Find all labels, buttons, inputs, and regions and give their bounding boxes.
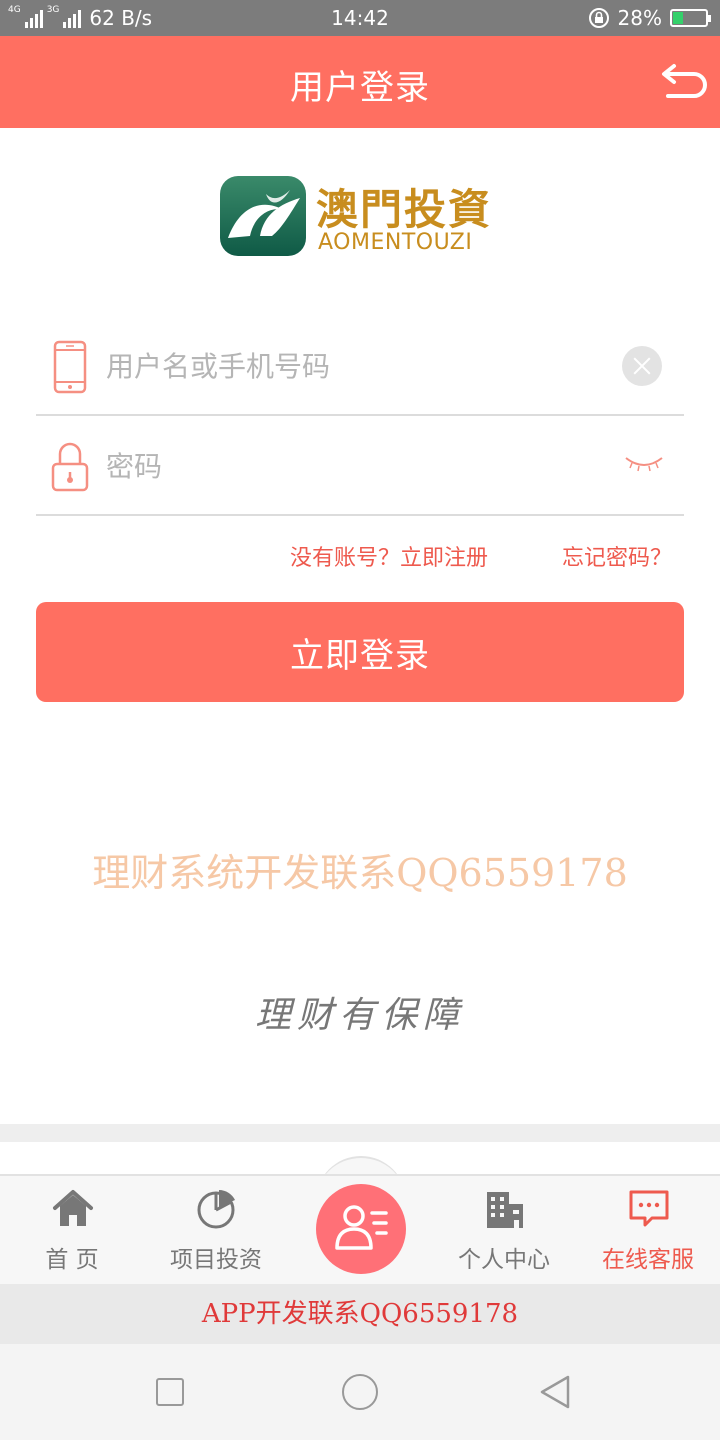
tab-online-service-label: 在线客服 [602, 1247, 694, 1273]
tab-online-service[interactable]: 在线客服 [578, 1176, 718, 1286]
footer-contact: APP开发联系QQ6559178 [0, 1284, 720, 1344]
brand-logo: 澳門投資 AOMENTOUZI [220, 176, 510, 258]
phone-icon [53, 340, 87, 394]
tab-home[interactable]: 首 页 [2, 1176, 142, 1286]
pie-chart-icon [197, 1190, 235, 1229]
password-input[interactable] [106, 438, 606, 494]
system-nav-bar [0, 1344, 720, 1440]
tab-projects[interactable]: 项目投资 [146, 1176, 286, 1286]
tab-home-label: 首 页 [45, 1247, 99, 1273]
battery-icon [670, 9, 711, 27]
password-field-row [36, 416, 684, 516]
back-arrow-icon[interactable] [660, 58, 710, 104]
home-button-icon[interactable] [342, 1374, 378, 1410]
slogan-text: 理财有保障 [254, 995, 465, 1036]
chat-bubble-icon [629, 1190, 669, 1227]
building-icon [487, 1192, 523, 1228]
tab-projects-label: 项目投资 [170, 1247, 262, 1273]
register-link[interactable]: 没有账号？立即注册 [290, 540, 488, 572]
status-bar: 4G 3G 62 B/s 14:42 28% [0, 0, 720, 36]
eye-closed-icon[interactable] [624, 454, 664, 474]
tab-personal-center-label: 个人中心 [458, 1247, 550, 1273]
logo-text-cn: 澳門投資 [316, 185, 493, 234]
home-icon [53, 1190, 93, 1226]
clear-input-icon[interactable] [622, 346, 662, 386]
page-title: 用户登录 [290, 68, 430, 108]
status-right: 28% [588, 6, 711, 30]
center-tab-button[interactable] [316, 1184, 406, 1274]
promo-text: 理财系统开发联系QQ6559178 [92, 851, 628, 895]
user-card-icon [335, 1205, 388, 1250]
recent-apps-icon[interactable] [156, 1378, 184, 1406]
forgot-password-link[interactable]: 忘记密码？ [562, 540, 672, 572]
lock-icon [51, 442, 89, 492]
rotation-lock-icon [588, 8, 609, 28]
username-input[interactable] [106, 338, 606, 394]
battery-level [673, 12, 683, 24]
logo-mark-icon [220, 176, 306, 256]
login-button[interactable]: 立即登录 [36, 602, 684, 702]
logo-text-en: AOMENTOUZI [318, 230, 473, 255]
back-triangle-icon[interactable] [538, 1374, 572, 1410]
auth-links: 没有账号？立即注册 忘记密码？ [0, 538, 720, 572]
battery-percent: 28% [617, 6, 662, 30]
username-field-row [36, 316, 684, 416]
section-divider [0, 1124, 720, 1142]
tab-personal-center[interactable]: 个人中心 [434, 1176, 574, 1286]
app-header: 用户登录 [0, 36, 720, 128]
